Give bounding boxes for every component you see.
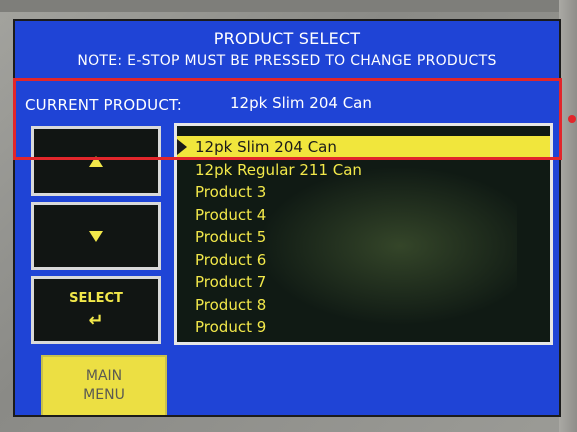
device-bezel: PRODUCT SELECT NOTE: E-STOP MUST BE PRES… <box>0 0 577 432</box>
product-item-label: Product 8 <box>195 296 267 314</box>
product-item-6[interactable]: Product 6 <box>177 249 550 271</box>
main-menu-label-line1: MAIN <box>85 368 123 384</box>
main-menu-button[interactable]: MAIN MENU <box>41 355 167 415</box>
product-item-label: Product 4 <box>195 206 267 224</box>
select-button[interactable]: SELECT ↵ <box>31 276 161 344</box>
main-menu-label-line2: MENU <box>83 387 125 403</box>
product-item-2[interactable]: 12pk Regular 211 Can <box>177 159 550 181</box>
product-item-label: Product 6 <box>195 251 267 269</box>
bezel-right-edge <box>559 0 577 432</box>
product-item-7[interactable]: Product 7 <box>177 271 550 293</box>
product-item-label: Product 5 <box>195 228 267 246</box>
page-title: PRODUCT SELECT <box>213 29 361 48</box>
product-item-label: Product 3 <box>195 183 267 201</box>
product-item-label: 12pk Regular 211 Can <box>195 161 362 179</box>
product-item-label: Product 7 <box>195 273 267 291</box>
bezel-top-edge <box>0 0 577 12</box>
product-item-3[interactable]: Product 3 <box>177 181 550 203</box>
product-item-5[interactable]: Product 5 <box>177 226 550 248</box>
product-item-4[interactable]: Product 4 <box>177 204 550 226</box>
select-label: SELECT <box>69 290 123 306</box>
annotation-highlight-box <box>13 78 562 160</box>
scroll-down-button[interactable] <box>31 202 161 270</box>
down-triangle-icon <box>89 230 103 242</box>
product-item-8[interactable]: Product 8 <box>177 294 550 316</box>
product-item-9[interactable]: Product 9 <box>177 316 550 338</box>
enter-arrow-icon: ↵ <box>88 309 104 331</box>
product-item-label: Product 9 <box>195 318 267 336</box>
estop-note: NOTE: E-STOP MUST BE PRESSED TO CHANGE P… <box>77 53 497 69</box>
annotation-marker-dot <box>568 115 576 123</box>
